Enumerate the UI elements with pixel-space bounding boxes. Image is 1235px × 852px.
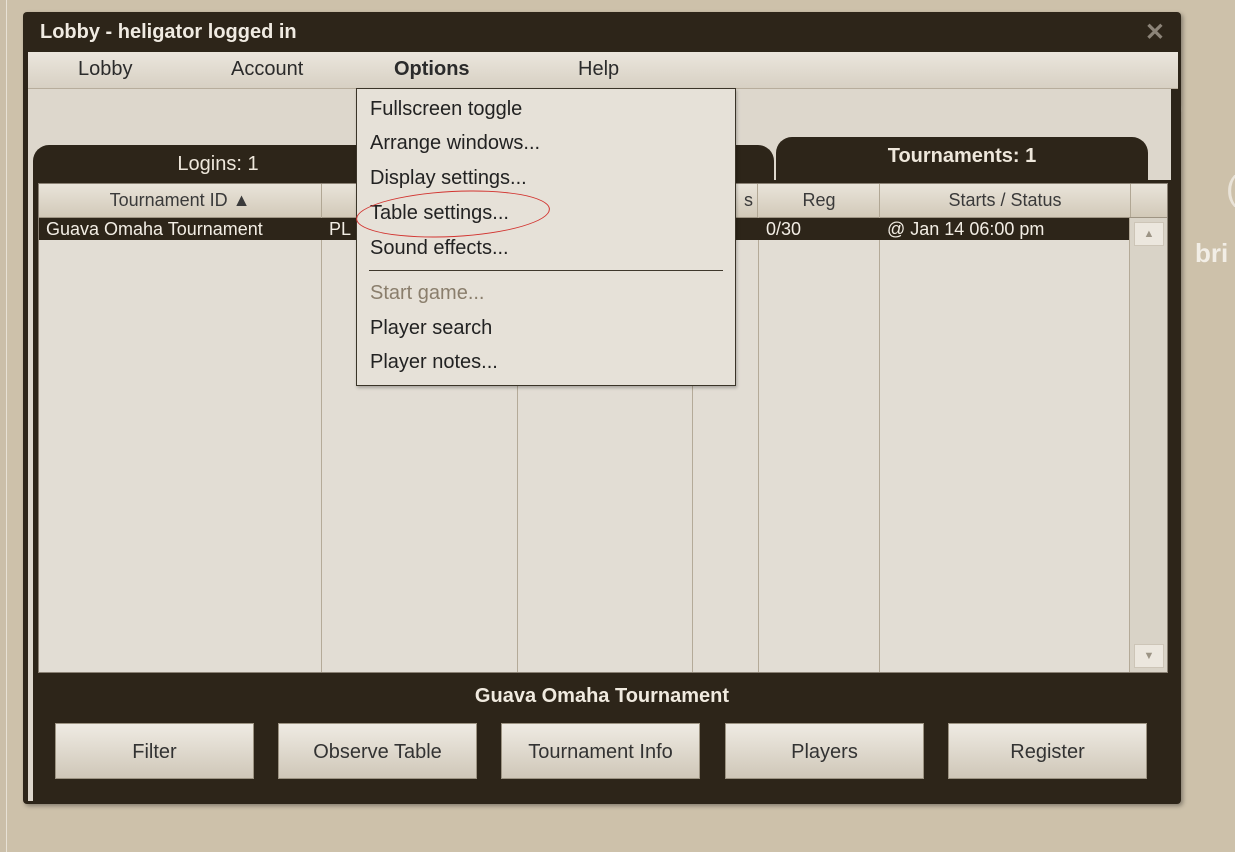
vertical-scrollbar[interactable]: ▲ ▼	[1129, 218, 1167, 672]
menu-item-start-game: Start game...	[370, 282, 485, 304]
menu-separator	[369, 270, 723, 271]
tournament-info-button[interactable]: Tournament Info	[501, 723, 700, 779]
scroll-up-icon[interactable]: ▲	[1134, 222, 1164, 246]
column-header-starts-status[interactable]: Starts / Status	[880, 184, 1131, 217]
cell-reg: 0/30	[766, 219, 802, 239]
cell-starts-status: @ Jan 14 06:00 pm	[887, 219, 1045, 239]
menu-item-fullscreen-toggle[interactable]: Fullscreen toggle	[370, 98, 522, 121]
players-button[interactable]: Players	[725, 723, 924, 779]
close-icon[interactable]: ✕	[1145, 18, 1165, 47]
menu-options[interactable]: Options	[394, 58, 470, 81]
title-bar[interactable]: Lobby - heligator logged in ✕	[23, 12, 1181, 52]
menu-lobby[interactable]: Lobby	[78, 58, 133, 81]
window-title: Lobby - heligator logged in	[40, 21, 297, 43]
menu-account[interactable]: Account	[231, 58, 303, 81]
cell-tournament-id: Guava Omaha Tournament	[46, 219, 263, 239]
menu-item-table-settings[interactable]: Table settings...	[370, 202, 509, 225]
register-button[interactable]: Register	[948, 723, 1147, 779]
column-divider	[758, 217, 759, 672]
observe-table-button[interactable]: Observe Table	[278, 723, 477, 779]
menu-item-sound-effects[interactable]: Sound effects...	[370, 237, 509, 260]
menu-help[interactable]: Help	[578, 58, 619, 81]
background-text: bri	[1195, 238, 1229, 268]
column-header-reg[interactable]: Reg	[759, 184, 880, 217]
menu-item-player-notes[interactable]: Player notes...	[370, 351, 498, 374]
tab-logins[interactable]: Logins: 1	[33, 145, 403, 185]
filter-button[interactable]: Filter	[55, 723, 254, 779]
column-header-tournament-id[interactable]: Tournament ID ▲	[39, 184, 322, 217]
column-divider	[321, 217, 322, 672]
selected-tournament-name: Guava Omaha Tournament	[474, 685, 730, 707]
scroll-down-icon[interactable]: ▼	[1134, 644, 1164, 668]
tab-tournaments[interactable]: Tournaments: 1	[776, 137, 1148, 183]
menu-item-display-settings[interactable]: Display settings...	[370, 167, 527, 190]
menu-bar: Lobby Account Options Help	[28, 52, 1178, 89]
background-decoration: (	[1226, 170, 1235, 209]
menu-item-arrange-windows[interactable]: Arrange windows...	[370, 132, 540, 155]
column-divider	[879, 217, 880, 672]
menu-item-player-search[interactable]: Player search	[370, 317, 492, 340]
cell-game: PL	[329, 219, 352, 239]
options-dropdown-menu: Fullscreen toggle Arrange windows... Dis…	[356, 88, 736, 386]
